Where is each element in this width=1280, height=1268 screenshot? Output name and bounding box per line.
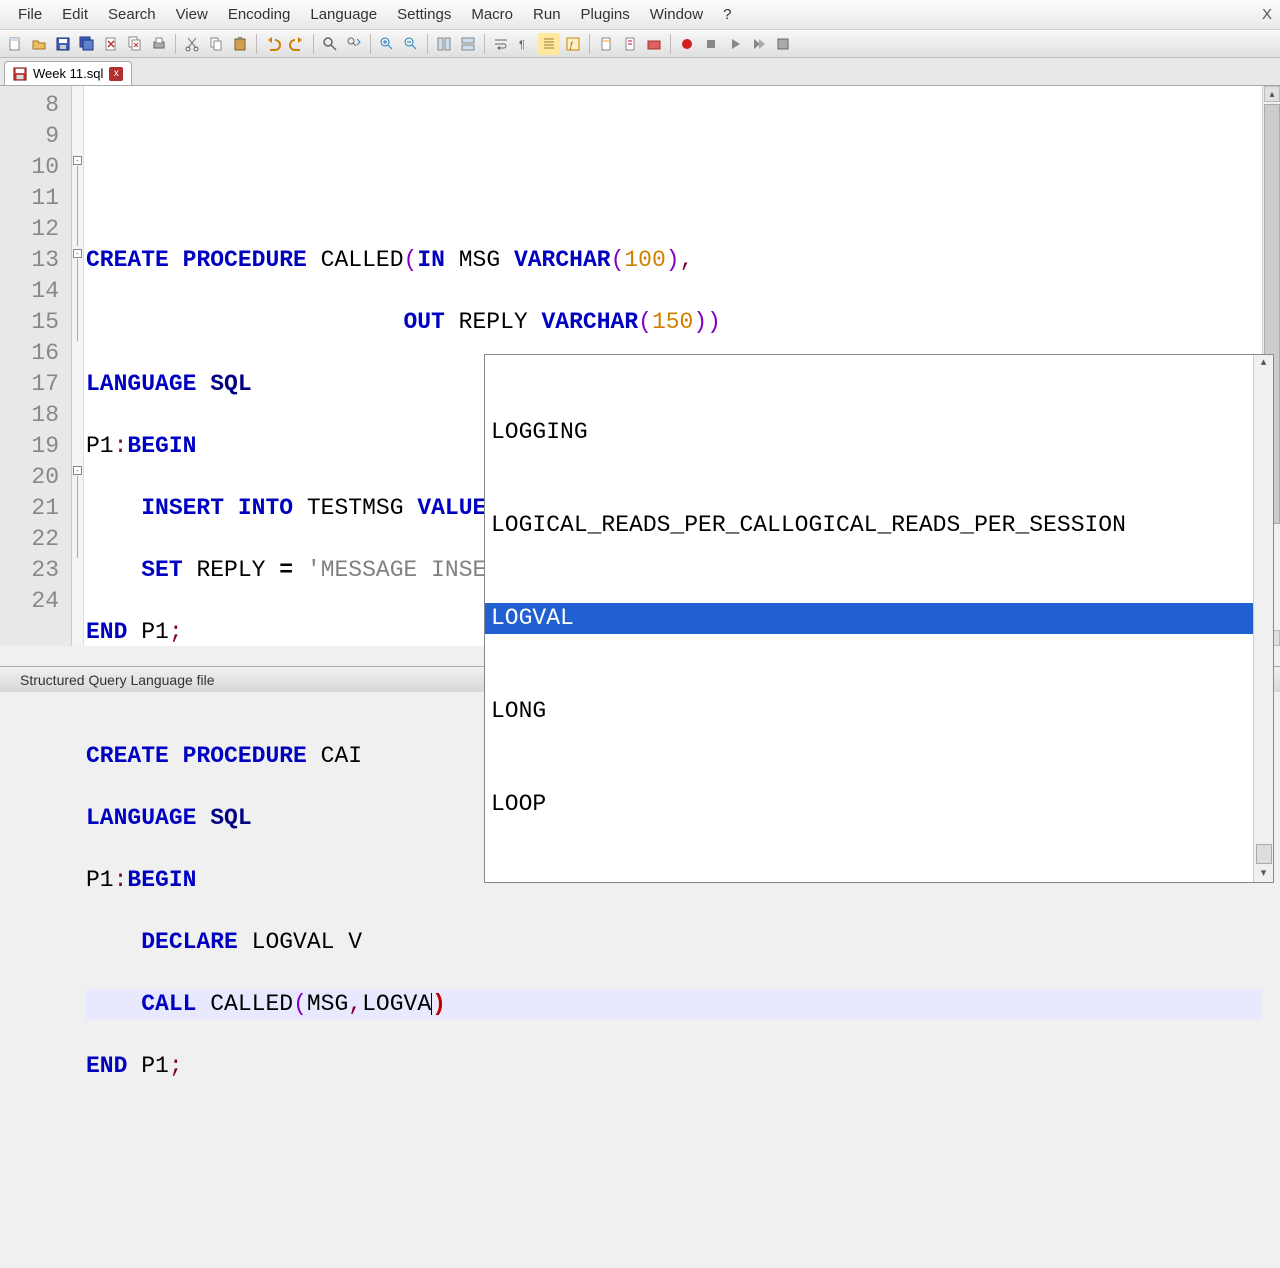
scroll-down-icon[interactable]: ▾ — [1261, 866, 1267, 882]
replace-icon[interactable] — [343, 33, 365, 55]
func-list-icon[interactable] — [619, 33, 641, 55]
autocomplete-popup: LOGGING LOGICAL_READS_PER_CALLOGICAL_REA… — [484, 354, 1274, 883]
line-number: 19 — [0, 431, 71, 462]
autocomplete-item-selected[interactable]: LOGVAL — [485, 603, 1253, 634]
scroll-up-icon[interactable]: ▴ — [1264, 86, 1280, 102]
redo-icon[interactable] — [286, 33, 308, 55]
zoom-out-icon[interactable] — [400, 33, 422, 55]
open-file-icon[interactable] — [28, 33, 50, 55]
tab-bar: Week 11.sql x — [0, 58, 1280, 86]
autocomplete-item[interactable]: LONG — [485, 696, 1253, 727]
fold-column: - - - — [72, 86, 84, 646]
scroll-thumb[interactable] — [1256, 844, 1272, 864]
wordwrap-icon[interactable] — [490, 33, 512, 55]
fold-toggle-icon[interactable]: - — [73, 466, 82, 475]
line-number: 10 — [0, 152, 71, 183]
menu-help[interactable]: ? — [713, 2, 741, 27]
line-number-gutter: 8 9 10 11 12 13 14 15 16 17 18 19 20 21 … — [0, 86, 72, 646]
scroll-up-icon[interactable]: ▴ — [1261, 355, 1267, 371]
file-tab[interactable]: Week 11.sql x — [4, 61, 132, 85]
doc-map-icon[interactable] — [595, 33, 617, 55]
line-number: 14 — [0, 276, 71, 307]
save-all-icon[interactable] — [76, 33, 98, 55]
editor: 8 9 10 11 12 13 14 15 16 17 18 19 20 21 … — [0, 86, 1280, 646]
new-file-icon[interactable] — [4, 33, 26, 55]
svg-text:ƒ: ƒ — [569, 40, 574, 50]
tab-label: Week 11.sql — [33, 66, 103, 81]
menu-language[interactable]: Language — [300, 2, 387, 27]
line-number: 9 — [0, 121, 71, 152]
record-icon[interactable] — [676, 33, 698, 55]
close-all-icon[interactable] — [124, 33, 146, 55]
stop-record-icon[interactable] — [700, 33, 722, 55]
zoom-in-icon[interactable] — [376, 33, 398, 55]
line-number: 23 — [0, 555, 71, 586]
window-close-button[interactable]: X — [1262, 6, 1272, 23]
menu-file[interactable]: File — [8, 2, 52, 27]
menu-encoding[interactable]: Encoding — [218, 2, 301, 27]
print-icon[interactable] — [148, 33, 170, 55]
menu-bar: File Edit Search View Encoding Language … — [0, 0, 1280, 30]
fold-toggle-icon[interactable]: - — [73, 249, 82, 258]
paste-icon[interactable] — [229, 33, 251, 55]
tab-close-button[interactable]: x — [109, 67, 123, 81]
menu-edit[interactable]: Edit — [52, 2, 98, 27]
fold-toggle-icon[interactable]: - — [73, 156, 82, 165]
cut-icon[interactable] — [181, 33, 203, 55]
autocomplete-item[interactable]: LOGGING — [485, 417, 1253, 448]
line-number: 16 — [0, 338, 71, 369]
show-all-chars-icon[interactable]: ¶ — [514, 33, 536, 55]
autocomplete-item[interactable]: LOOP — [485, 789, 1253, 820]
folder-icon[interactable] — [643, 33, 665, 55]
play-multi-icon[interactable] — [748, 33, 770, 55]
sync-v-icon[interactable] — [433, 33, 455, 55]
copy-icon[interactable] — [205, 33, 227, 55]
sync-h-icon[interactable] — [457, 33, 479, 55]
menu-macro[interactable]: Macro — [461, 2, 523, 27]
disk-icon — [13, 67, 27, 81]
close-file-icon[interactable] — [100, 33, 122, 55]
line-number: 8 — [0, 90, 71, 121]
line-number: 12 — [0, 214, 71, 245]
menu-settings[interactable]: Settings — [387, 2, 461, 27]
line-number: 24 — [0, 586, 71, 617]
line-number: 13 — [0, 245, 71, 276]
indent-guide-icon[interactable] — [538, 33, 560, 55]
line-number: 21 — [0, 493, 71, 524]
menu-search[interactable]: Search — [98, 2, 166, 27]
line-number: 11 — [0, 183, 71, 214]
menu-view[interactable]: View — [166, 2, 218, 27]
autocomplete-scrollbar[interactable]: ▴ ▾ — [1253, 355, 1273, 882]
line-number: 20 — [0, 462, 71, 493]
autocomplete-item[interactable]: LOGICAL_READS_PER_CALLOGICAL_READS_PER_S… — [485, 510, 1253, 541]
svg-text:¶: ¶ — [519, 39, 525, 51]
line-number: 22 — [0, 524, 71, 555]
line-number: 15 — [0, 307, 71, 338]
menu-run[interactable]: Run — [523, 2, 571, 27]
play-icon[interactable] — [724, 33, 746, 55]
save-icon[interactable] — [52, 33, 74, 55]
find-icon[interactable] — [319, 33, 341, 55]
save-macro-icon[interactable] — [772, 33, 794, 55]
menu-window[interactable]: Window — [640, 2, 713, 27]
undo-icon[interactable] — [262, 33, 284, 55]
toolbar: ¶ ƒ — [0, 30, 1280, 58]
menu-plugins[interactable]: Plugins — [571, 2, 640, 27]
line-number: 18 — [0, 400, 71, 431]
line-number: 17 — [0, 369, 71, 400]
code-area[interactable]: CREATE PROCEDURE CALLED(IN MSG VARCHAR(1… — [84, 86, 1262, 646]
lang-icon[interactable]: ƒ — [562, 33, 584, 55]
